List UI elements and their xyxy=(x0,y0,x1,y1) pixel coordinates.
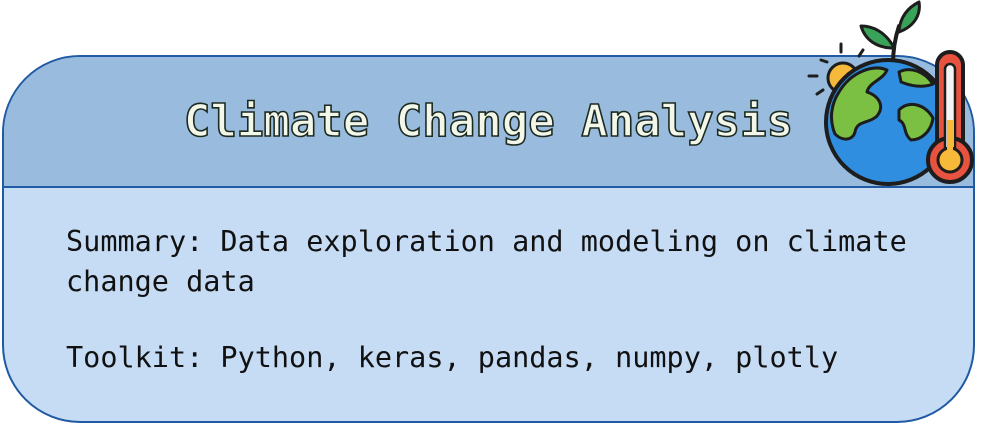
toolkit-text: Toolkit: Python, keras, pandas, numpy, p… xyxy=(66,341,839,374)
card-body: Summary: Data exploration and modeling o… xyxy=(66,222,966,378)
summary-line-1: Summary: Data exploration and modeling o… xyxy=(66,225,907,258)
summary-text: Summary: Data exploration and modeling o… xyxy=(66,222,966,302)
summary-line-2: change data xyxy=(66,265,255,298)
climate-emblem xyxy=(807,0,974,186)
plant-sprout-icon xyxy=(859,0,921,66)
